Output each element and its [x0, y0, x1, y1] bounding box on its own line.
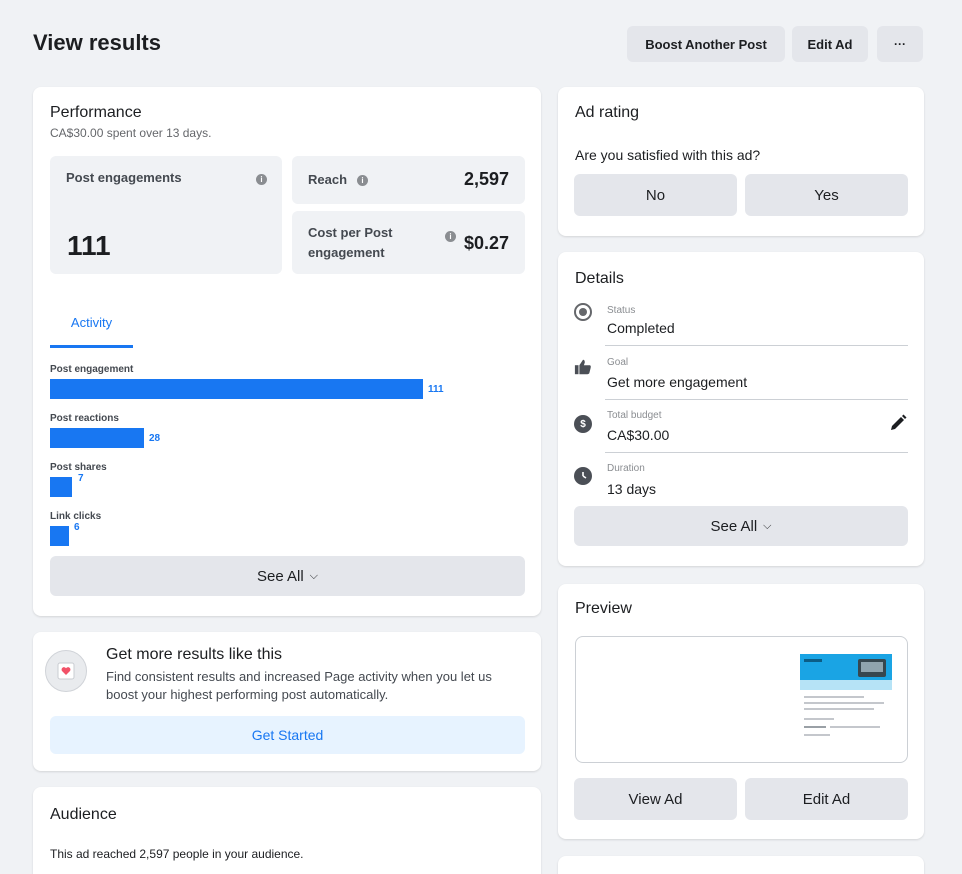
reach-label: Reach: [308, 172, 348, 187]
activity-bar-label: Post engagement: [50, 364, 134, 375]
divider: [605, 345, 908, 346]
goal-label: Goal: [607, 357, 629, 368]
audience-title: Audience: [50, 806, 117, 823]
activity-bar-value: 28: [149, 433, 161, 444]
activity-bar: [50, 477, 72, 497]
details-title: Details: [575, 270, 624, 287]
info-icon[interactable]: i: [256, 174, 267, 185]
details-see-all-button[interactable]: See All ⌵: [574, 506, 908, 546]
activity-bar-label: Link clicks: [50, 511, 102, 522]
activity-bar-value: 111: [428, 384, 444, 395]
page-header: View results Boost Another Post Edit Ad …: [0, 0, 962, 80]
cost-per-engagement-box: Cost per Post engagement i $0.27: [292, 211, 525, 274]
ad-rating-question: Are you satisfied with this ad?: [575, 147, 761, 163]
dollar-icon: $: [574, 415, 592, 433]
status-label: Status: [607, 305, 636, 316]
rating-yes-button[interactable]: Yes: [745, 174, 908, 216]
divider: [605, 399, 908, 400]
chevron-down-icon: ⌵: [309, 569, 319, 582]
performance-see-all-button[interactable]: See All ⌵: [50, 556, 525, 596]
thumbs-up-icon: [574, 358, 592, 376]
get-more-description: Find consistent results and increased Pa…: [106, 669, 492, 702]
reach-box: Reach i 2,597: [292, 156, 525, 204]
post-engagements-label: Post engagements: [66, 170, 182, 185]
get-more-title: Get more results like this: [106, 646, 283, 663]
goal-value: Get more engagement: [607, 374, 748, 390]
post-engagements-value: 111: [67, 230, 111, 261]
activity-bar: [50, 379, 423, 399]
boost-another-post-button[interactable]: Boost Another Post: [627, 26, 785, 62]
cost-value: $0.27: [463, 233, 509, 253]
performance-subtitle: CA$30.00 spent over 13 days.: [50, 126, 212, 140]
activity-bar-label: Post reactions: [50, 413, 119, 424]
preview-title: Preview: [575, 600, 632, 617]
duration-value: 13 days: [607, 481, 657, 497]
status-radio-icon: [574, 303, 592, 321]
more-options-button[interactable]: ···: [877, 26, 923, 62]
ad-preview-thumbnail: [800, 654, 892, 754]
ad-preview-frame[interactable]: [575, 636, 908, 763]
budget-value: CA$30.00: [607, 427, 670, 443]
see-all-label: See All: [256, 567, 304, 585]
budget-label: Total budget: [607, 410, 662, 421]
activity-bar-value: 7: [78, 473, 84, 484]
duration-label: Duration: [607, 463, 645, 474]
audience-text: This ad reached 2,597 people in your aud…: [50, 847, 304, 861]
cost-label-line1: Cost per Post: [308, 225, 393, 240]
edit-pencil-icon[interactable]: [888, 413, 908, 433]
chevron-down-icon: ⌵: [763, 519, 772, 532]
divider: [605, 452, 908, 453]
performance-title: Performance: [50, 104, 142, 121]
activity-bar-value: 6: [74, 522, 80, 533]
stopwatch-icon: [574, 467, 592, 485]
tab-activity[interactable]: Activity: [50, 300, 133, 348]
ad-rating-title: Ad rating: [575, 104, 640, 121]
activity-bar: [50, 428, 144, 448]
status-value: Completed: [607, 320, 675, 336]
see-all-label: See All: [710, 517, 758, 535]
get-started-button[interactable]: Get Started: [50, 716, 525, 754]
activity-bar-label: Post shares: [50, 462, 107, 473]
activity-bar: [50, 526, 69, 546]
reach-value: 2,597: [463, 169, 509, 189]
edit-ad-header-button[interactable]: Edit Ad: [792, 26, 868, 62]
page-title: View results: [33, 30, 161, 55]
cost-label-line2: engagement: [308, 245, 385, 260]
info-icon[interactable]: i: [357, 175, 368, 186]
info-icon[interactable]: i: [445, 231, 456, 242]
boost-heart-icon: [45, 650, 87, 692]
view-ad-button[interactable]: View Ad: [574, 778, 737, 820]
rating-no-button[interactable]: No: [574, 174, 737, 216]
post-engagements-box: Post engagements i 111: [50, 156, 282, 274]
edit-ad-button[interactable]: Edit Ad: [745, 778, 908, 820]
next-card: [558, 856, 924, 874]
